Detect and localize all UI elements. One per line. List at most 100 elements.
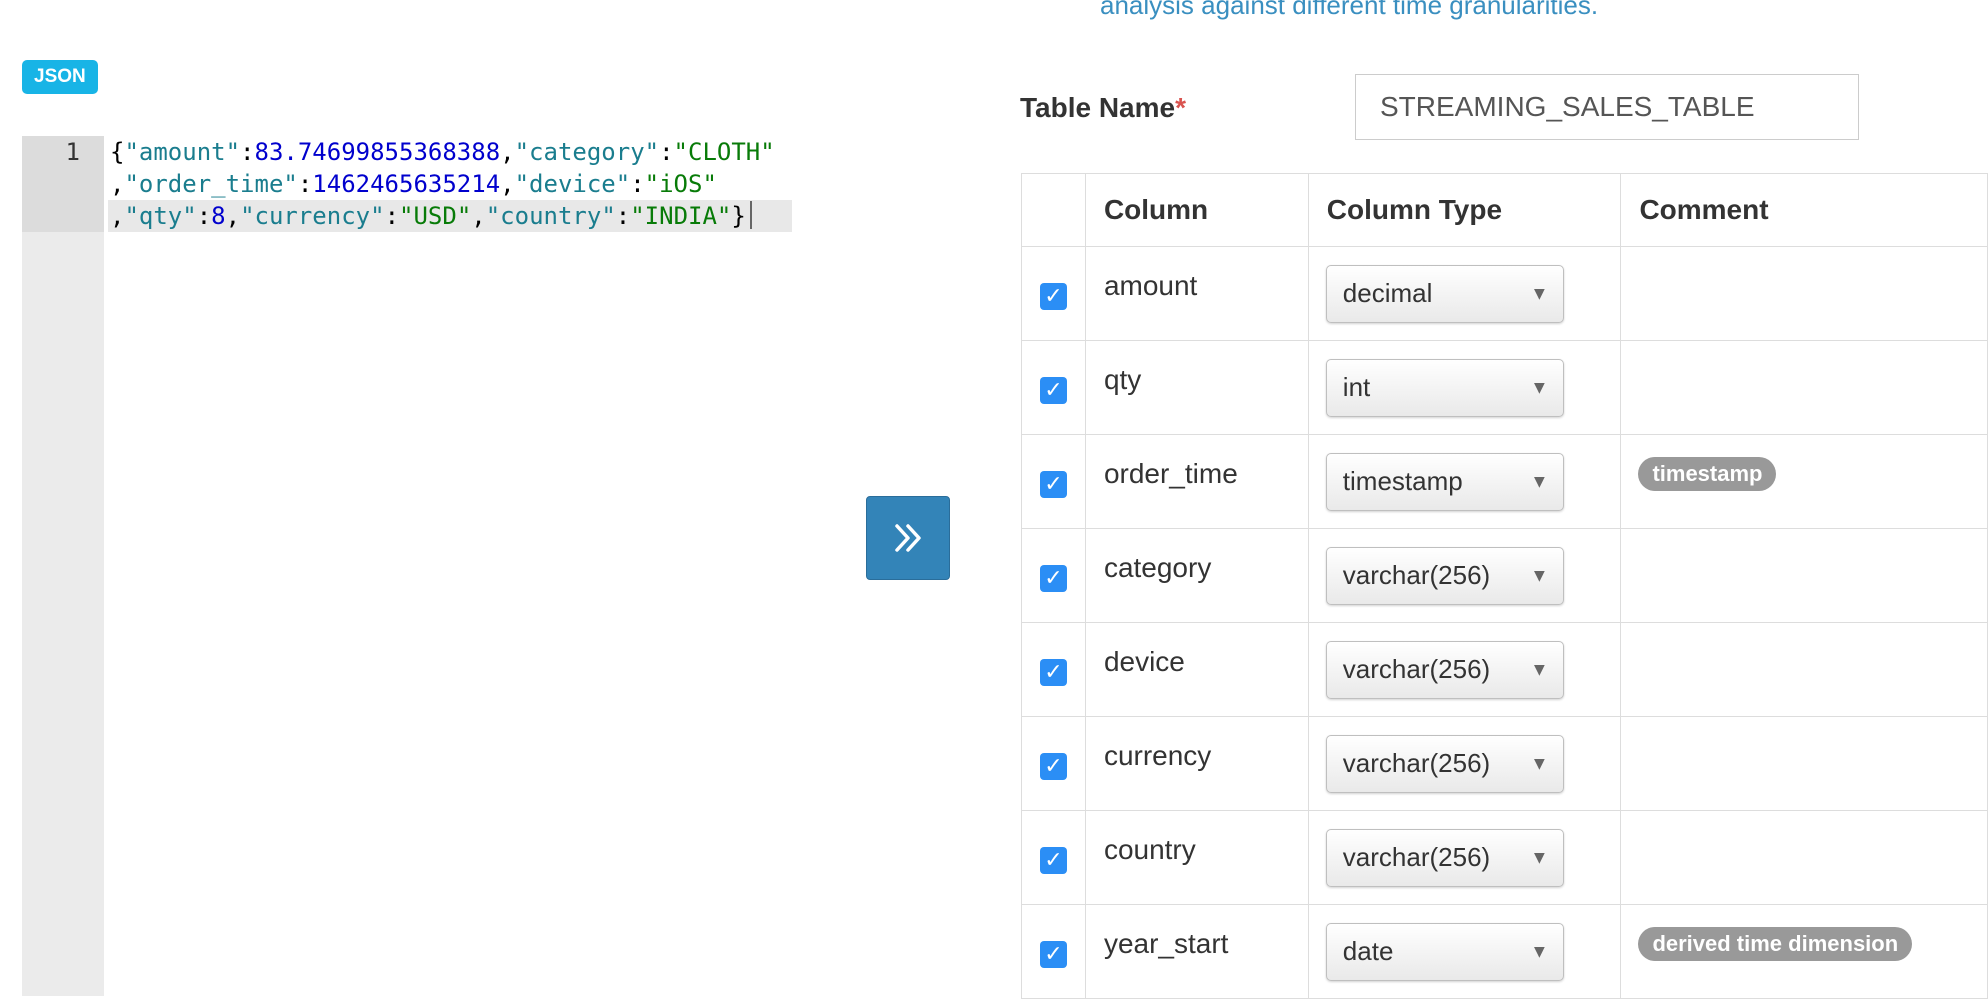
checkbox-cell: ✓ <box>1021 904 1086 999</box>
column-type-select[interactable]: varchar(256) ▼ <box>1325 828 1564 887</box>
json-key: "qty" <box>124 202 197 230</box>
comment-tag: timestamp <box>1638 457 1777 491</box>
column-type-cell: int ▼ <box>1307 340 1622 435</box>
column-type-cell: varchar(256) ▼ <box>1307 716 1622 811</box>
editor-gutter <box>22 136 104 996</box>
table-name-label-text: Table Name <box>1020 92 1176 123</box>
json-punctuation: , <box>110 202 125 230</box>
caret-down-icon: ▼ <box>1534 849 1545 866</box>
json-punctuation: , <box>500 170 515 198</box>
columns-table: Column Column Type Comment ✓ amount decima… <box>1021 173 1988 999</box>
json-punctuation: : <box>240 138 255 166</box>
description-text: analysis against different time granular… <box>1100 0 1599 20</box>
checkmark-icon: ✓ <box>1044 847 1063 873</box>
column-type-cell: varchar(256) ▼ <box>1307 810 1622 905</box>
code-content[interactable]: {"amount":83.74699855368388,"category":"… <box>108 136 792 232</box>
comment-cell <box>1620 716 1988 811</box>
json-format-badge: JSON <box>22 60 98 94</box>
column-checkbox[interactable]: ✓ <box>1040 282 1067 310</box>
column-checkbox[interactable]: ✓ <box>1040 658 1067 686</box>
column-type-value: decimal <box>1342 278 1433 308</box>
column-type-value: varchar(256) <box>1342 560 1491 590</box>
table-row: ✓ currency varchar(256) ▼ <box>1021 716 1988 811</box>
column-type-cell: date ▼ <box>1307 904 1622 999</box>
json-code-editor[interactable]: 1 {"amount":83.74699855368388,"category"… <box>22 136 808 996</box>
column-checkbox[interactable]: ✓ <box>1040 940 1067 968</box>
column-checkbox[interactable]: ✓ <box>1040 752 1067 780</box>
column-name-cell: category <box>1084 528 1309 623</box>
column-name: country <box>1103 833 1196 865</box>
column-name-cell: order_time <box>1084 434 1309 529</box>
column-type-value: varchar(256) <box>1342 842 1491 872</box>
code-line: ,"order_time":1462465635214,"device":"iO… <box>110 168 792 200</box>
checkmark-icon: ✓ <box>1044 565 1063 591</box>
checkbox-cell: ✓ <box>1021 810 1086 905</box>
column-type-value: date <box>1342 936 1394 966</box>
table-row: ✓ country varchar(256) ▼ <box>1021 810 1988 905</box>
json-punctuation: : <box>297 170 313 198</box>
column-checkbox[interactable]: ✓ <box>1040 376 1067 404</box>
table-header-row: Column Column Type Comment <box>1021 173 1988 247</box>
table-row: ✓ category varchar(256) ▼ <box>1021 528 1988 623</box>
column-name-cell: amount <box>1084 246 1309 341</box>
json-key: "amount" <box>124 138 241 166</box>
column-type-cell: decimal ▼ <box>1307 246 1622 341</box>
table-name-label: Table Name* <box>1020 92 1186 124</box>
table-row: ✓ device varchar(256) ▼ <box>1021 622 1988 717</box>
column-name: category <box>1103 551 1212 583</box>
column-checkbox[interactable]: ✓ <box>1040 470 1067 498</box>
caret-down-icon: ▼ <box>1534 473 1545 490</box>
table-row: ✓ order_time timestamp ▼ timestamp <box>1021 434 1988 529</box>
column-type-select[interactable]: timestamp ▼ <box>1325 452 1564 511</box>
column-type-value: varchar(256) <box>1342 654 1491 684</box>
column-type-select[interactable]: varchar(256) ▼ <box>1325 640 1564 699</box>
column-type-value: timestamp <box>1342 466 1463 496</box>
json-string: "CLOTH" <box>673 138 775 166</box>
column-name: order_time <box>1103 457 1238 489</box>
json-punctuation: , <box>500 138 515 166</box>
checkbox-cell: ✓ <box>1021 434 1086 529</box>
comment-cell <box>1620 340 1988 435</box>
column-type-select[interactable]: varchar(256) ▼ <box>1325 546 1564 605</box>
json-key: "country" <box>485 202 616 230</box>
header-column: Column <box>1084 173 1309 247</box>
comment-tag: derived time dimension <box>1638 927 1913 961</box>
json-key: "currency" <box>240 202 385 230</box>
checkbox-cell: ✓ <box>1021 340 1086 435</box>
column-name: currency <box>1103 739 1212 771</box>
checkbox-cell: ✓ <box>1021 528 1086 623</box>
column-type-select[interactable]: decimal ▼ <box>1325 264 1564 323</box>
caret-down-icon: ▼ <box>1534 285 1545 302</box>
column-type-select[interactable]: date ▼ <box>1325 922 1564 981</box>
transfer-button[interactable] <box>866 496 950 580</box>
column-name: amount <box>1103 269 1198 301</box>
table-name-input[interactable] <box>1355 74 1859 140</box>
checkbox-cell: ✓ <box>1021 622 1086 717</box>
column-name-cell: qty <box>1084 340 1309 435</box>
checkmark-icon: ✓ <box>1044 283 1063 309</box>
header-select <box>1021 173 1086 247</box>
text-cursor <box>749 201 752 229</box>
json-punctuation: : <box>615 202 631 230</box>
caret-down-icon: ▼ <box>1534 755 1545 772</box>
double-chevron-right-icon <box>895 524 921 552</box>
json-punctuation: , <box>471 202 486 230</box>
json-punctuation: } <box>731 202 746 230</box>
column-checkbox[interactable]: ✓ <box>1040 564 1067 592</box>
json-key: "category" <box>514 138 660 166</box>
column-type-select[interactable]: int ▼ <box>1325 358 1564 417</box>
json-number: 8 <box>211 202 226 230</box>
header-comment: Comment <box>1620 173 1988 247</box>
column-type-select[interactable]: varchar(256) ▼ <box>1325 734 1564 793</box>
json-number: 83.74699855368388 <box>254 138 501 166</box>
table-row: ✓ amount decimal ▼ <box>1021 246 1988 341</box>
comment-cell <box>1620 246 1988 341</box>
column-checkbox[interactable]: ✓ <box>1040 846 1067 874</box>
checkmark-icon: ✓ <box>1044 753 1063 779</box>
header-column-type: Column Type <box>1307 173 1622 247</box>
caret-down-icon: ▼ <box>1534 943 1545 960</box>
checkmark-icon: ✓ <box>1044 377 1063 403</box>
checkmark-icon: ✓ <box>1044 941 1063 967</box>
caret-down-icon: ▼ <box>1534 661 1545 678</box>
json-key: "device" <box>514 170 631 198</box>
